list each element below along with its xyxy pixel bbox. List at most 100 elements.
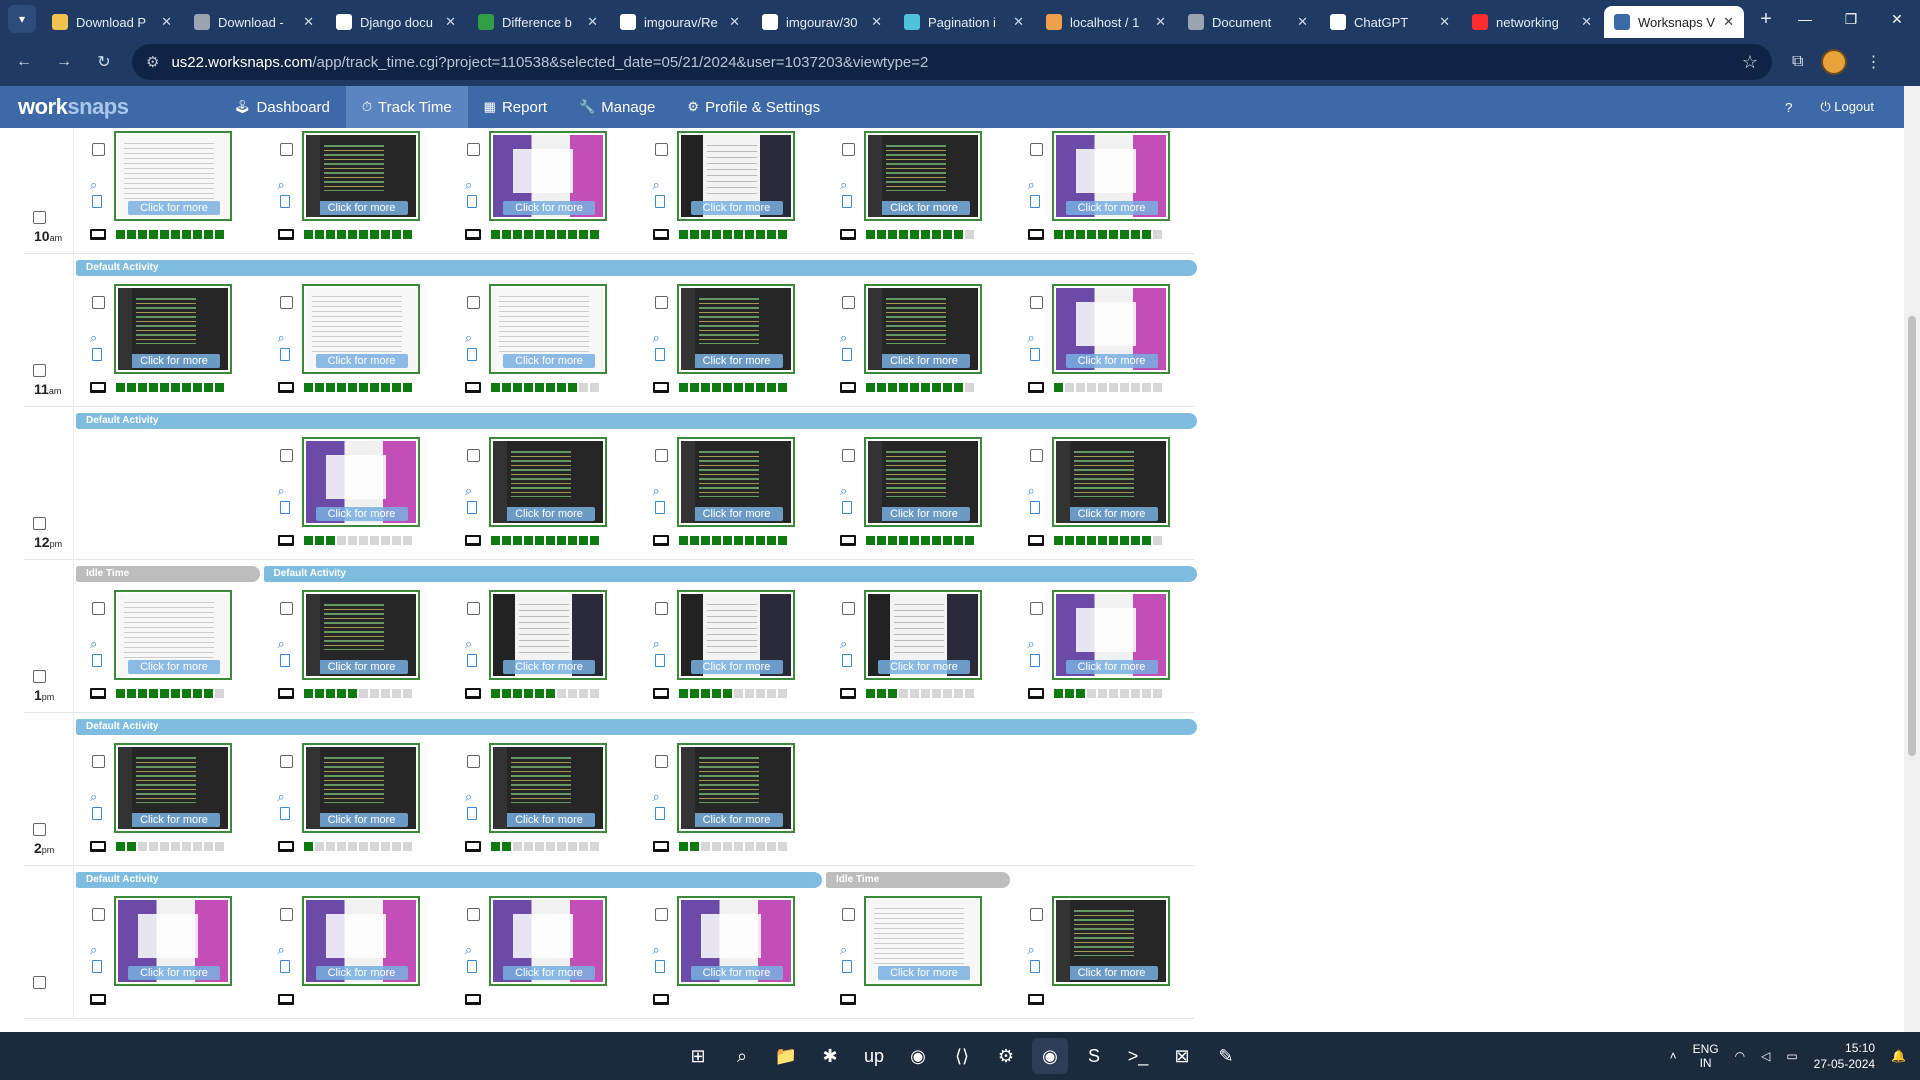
screenshot-checkbox[interactable] (467, 296, 480, 309)
screenshot-thumbnail[interactable]: Click for more (864, 284, 982, 374)
document-icon[interactable] (654, 501, 665, 514)
zoom-icon[interactable]: ⌕ (465, 636, 472, 652)
screenshot-image[interactable]: Click for more (118, 135, 228, 217)
nav-profile-settings[interactable]: ⚙ Profile & Settings (671, 86, 836, 128)
settings-icon[interactable]: ⚙ (988, 1038, 1024, 1074)
document-icon[interactable] (467, 807, 477, 820)
screenshot-image[interactable]: Click for more (1055, 900, 1166, 982)
site-info-icon[interactable]: ⚙ (146, 53, 159, 71)
document-icon[interactable] (279, 960, 290, 973)
click-for-more-label[interactable]: Click for more (878, 354, 970, 368)
screenshot-image[interactable]: Click for more (868, 288, 978, 370)
click-for-more-label[interactable]: Click for more (315, 660, 408, 674)
extensions-icon[interactable]: ⧉ (1792, 53, 1803, 71)
document-icon[interactable] (1029, 195, 1040, 208)
tab-close-icon[interactable]: ✕ (1723, 14, 1734, 30)
click-for-more-label[interactable]: Click for more (690, 966, 783, 980)
zoom-icon[interactable]: ⌕ (90, 330, 97, 346)
zoom-icon[interactable]: ⌕ (278, 330, 285, 346)
browser-tab[interactable]: Pagination i ✕ (894, 6, 1034, 38)
chrome-icon[interactable]: ◉ (900, 1038, 936, 1074)
screenshot-thumbnail[interactable]: Click for more (676, 743, 795, 833)
document-icon[interactable] (1029, 960, 1040, 973)
zoom-icon[interactable]: ⌕ (90, 177, 97, 193)
close-window-icon[interactable]: ✕ (1874, 0, 1920, 38)
screenshot-image[interactable]: Click for more (305, 594, 416, 676)
screenshot-thumbnail[interactable]: Click for more (1051, 590, 1170, 680)
zoom-icon[interactable]: ⌕ (653, 483, 660, 499)
screenshot-thumbnail[interactable]: Click for more (489, 437, 607, 527)
screenshot-thumbnail[interactable]: Click for more (114, 131, 232, 221)
hour-select-checkbox[interactable] (33, 211, 46, 224)
click-for-more-label[interactable]: Click for more (690, 507, 783, 521)
zoom-icon[interactable]: ⌕ (653, 636, 660, 652)
click-for-more-label[interactable]: Click for more (128, 201, 220, 215)
document-icon[interactable] (467, 501, 477, 514)
click-for-more-label[interactable]: Click for more (503, 813, 595, 827)
tab-close-icon[interactable]: ✕ (871, 14, 882, 30)
zoom-icon[interactable]: ⌕ (278, 177, 285, 193)
screenshot-checkbox[interactable] (279, 908, 293, 921)
screenshot-checkbox[interactable] (654, 908, 668, 921)
screenshot-thumbnail[interactable]: Click for more (864, 590, 982, 680)
click-for-more-label[interactable]: Click for more (128, 660, 220, 674)
screenshot-checkbox[interactable] (842, 143, 855, 156)
screenshot-checkbox[interactable] (467, 602, 480, 615)
click-for-more-label[interactable]: Click for more (128, 354, 220, 368)
clock[interactable]: 15:10 27-05-2024 (1814, 1040, 1875, 1072)
screenshot-thumbnail[interactable]: Click for more (489, 743, 607, 833)
click-for-more-label[interactable]: Click for more (315, 354, 408, 368)
screenshot-image[interactable]: Click for more (868, 441, 978, 523)
search-icon[interactable]: ⌕ (724, 1038, 760, 1074)
screenshot-checkbox[interactable] (92, 296, 105, 309)
screenshot-image[interactable]: Click for more (868, 594, 978, 676)
file-explorer-icon[interactable]: 📁 (768, 1038, 804, 1074)
click-for-more-label[interactable]: Click for more (1065, 201, 1158, 215)
screenshot-checkbox[interactable] (279, 143, 293, 156)
screenshot-thumbnail[interactable]: Click for more (864, 896, 982, 986)
document-icon[interactable] (842, 348, 852, 361)
browser-tab[interactable]: Worksnaps V ✕ (1604, 6, 1744, 38)
language-indicator[interactable]: ENG IN (1693, 1042, 1719, 1070)
tab-close-icon[interactable]: ✕ (1013, 14, 1024, 30)
document-icon[interactable] (1029, 501, 1040, 514)
screenshot-image[interactable]: Click for more (305, 747, 416, 829)
screenshot-image[interactable]: Click for more (1055, 594, 1166, 676)
zoom-icon[interactable]: ⌕ (653, 330, 660, 346)
document-icon[interactable] (92, 195, 102, 208)
minimize-icon[interactable]: — (1782, 0, 1828, 38)
battery-icon[interactable]: ▭ (1786, 1049, 1797, 1063)
screenshot-image[interactable]: Click for more (493, 594, 603, 676)
click-for-more-label[interactable]: Click for more (1065, 507, 1158, 521)
click-for-more-label[interactable]: Click for more (503, 354, 595, 368)
start-icon[interactable]: ⊞ (680, 1038, 716, 1074)
browser-tab[interactable]: Document ✕ (1178, 6, 1318, 38)
screenshot-checkbox[interactable] (1029, 449, 1043, 462)
screenshot-image[interactable]: Click for more (680, 288, 791, 370)
new-tab-button[interactable]: + (1752, 5, 1780, 33)
click-for-more-label[interactable]: Click for more (503, 201, 595, 215)
tab-close-icon[interactable]: ✕ (587, 14, 598, 30)
zoom-icon[interactable]: ⌕ (465, 330, 472, 346)
screenshot-thumbnail[interactable]: Click for more (114, 590, 232, 680)
nav-dashboard[interactable]: 🕹 Dashboard (218, 86, 346, 128)
tray-chevron-icon[interactable]: ˄ (1670, 1049, 1677, 1063)
document-icon[interactable] (92, 960, 102, 973)
click-for-more-label[interactable]: Click for more (315, 201, 408, 215)
browser-tab[interactable]: imgourav/Re ✕ (610, 6, 750, 38)
screenshot-checkbox[interactable] (92, 755, 105, 768)
zoom-icon[interactable]: ⌕ (840, 483, 847, 499)
document-icon[interactable] (842, 654, 852, 667)
zoom-icon[interactable]: ⌕ (840, 636, 847, 652)
click-for-more-label[interactable]: Click for more (315, 813, 408, 827)
zoom-icon[interactable]: ⌕ (278, 636, 285, 652)
screenshot-checkbox[interactable] (654, 143, 668, 156)
document-icon[interactable] (654, 195, 665, 208)
document-icon[interactable] (654, 807, 665, 820)
xampp-icon[interactable]: ⊠ (1164, 1038, 1200, 1074)
zoom-icon[interactable]: ⌕ (278, 789, 285, 805)
tab-close-icon[interactable]: ✕ (1155, 14, 1166, 30)
click-for-more-label[interactable]: Click for more (690, 813, 783, 827)
screenshot-checkbox[interactable] (1029, 908, 1043, 921)
document-icon[interactable] (842, 501, 852, 514)
